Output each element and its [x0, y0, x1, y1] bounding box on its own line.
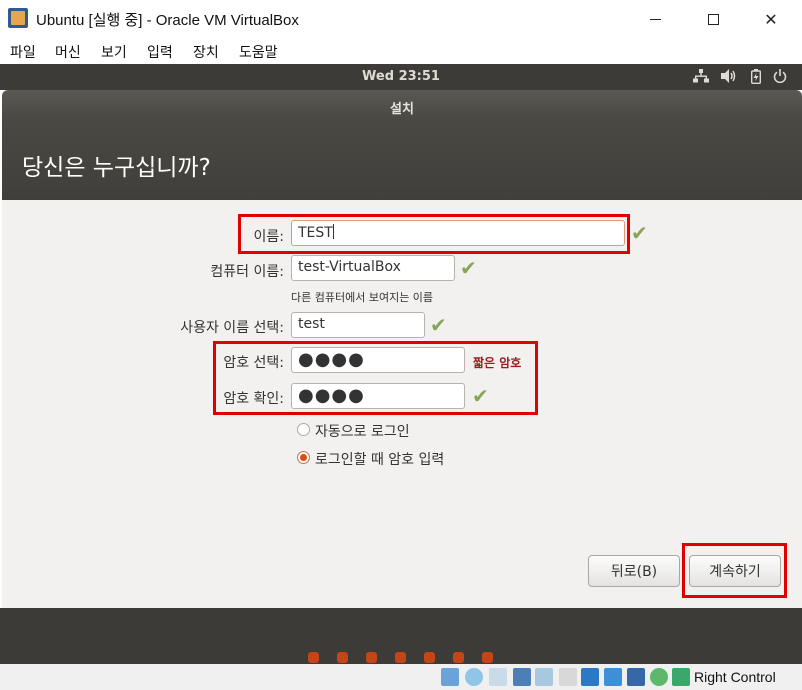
name-value: TEST [298, 225, 333, 241]
progress-dot [366, 652, 377, 663]
ubuntu-top-panel: Wed 23:51 [0, 64, 802, 90]
menu-help[interactable]: 도움말 [239, 42, 278, 62]
progress-dots [0, 652, 802, 664]
mouse-integration-icon[interactable] [650, 668, 668, 686]
password-strength-warning: 짧은 암호 [473, 356, 522, 370]
back-button[interactable]: 뒤로(B) [588, 555, 680, 587]
progress-dot [395, 652, 406, 663]
autologin-radio[interactable] [297, 423, 310, 436]
virtualbox-app-icon [8, 8, 28, 28]
close-icon: ✕ [764, 9, 778, 29]
power-icon[interactable] [773, 69, 787, 87]
computer-name-valid-check-icon: ✔ [460, 256, 477, 280]
volume-icon[interactable] [721, 69, 737, 87]
computer-name-value: test-VirtualBox [298, 259, 401, 275]
page-heading: 당신은 누구십니까? [22, 155, 211, 181]
window-title: Ubuntu [실행 중] - Oracle VM VirtualBox [36, 12, 299, 29]
username-value: test [298, 316, 325, 332]
name-label: 이름: [253, 229, 284, 245]
network-adapter-icon[interactable] [513, 668, 531, 686]
require-password-label[interactable]: 로그인할 때 암호 입력 [315, 449, 444, 469]
close-button[interactable]: ✕ [748, 0, 794, 38]
confirm-password-label: 암호 확인: [223, 391, 284, 407]
back-button-label: 뒤로(B) [610, 564, 658, 580]
progress-dot [308, 652, 319, 663]
minimize-icon [649, 18, 661, 20]
maximize-button[interactable] [690, 0, 736, 38]
video-capture-icon[interactable] [604, 668, 622, 686]
name-input[interactable]: TEST [291, 220, 625, 246]
computer-name-hint: 다른 컴퓨터에서 보여지는 이름 [291, 291, 434, 304]
name-valid-check-icon: ✔ [631, 221, 648, 245]
hard-disk-icon[interactable] [441, 668, 459, 686]
keyboard-capture-icon[interactable] [672, 668, 690, 686]
battery-icon[interactable] [750, 69, 762, 88]
menu-machine[interactable]: 머신 [55, 42, 81, 62]
progress-dot [424, 652, 435, 663]
host-key-label: Right Control [694, 669, 776, 685]
installer-header: 설치 당신은 누구십니까? [2, 90, 802, 200]
menu-devices[interactable]: 장치 [193, 42, 219, 62]
window-titlebar: Ubuntu [실행 중] - Oracle VM VirtualBox ✕ [0, 0, 802, 38]
vbox-statusbar: Right Control [0, 664, 802, 690]
progress-dot [453, 652, 464, 663]
text-cursor [332, 224, 334, 239]
password-input[interactable]: ●●●● [291, 347, 465, 373]
continue-button[interactable]: 계속하기 [689, 555, 781, 587]
vbox-menubar: 파일 머신 보기 입력 장치 도움말 [0, 38, 802, 64]
confirm-password-input[interactable]: ●●●● [291, 383, 465, 409]
installer-window-title: 설치 [390, 102, 414, 117]
clock[interactable]: Wed 23:51 [0, 69, 802, 84]
computer-name-label: 컴퓨터 이름: [210, 264, 284, 280]
confirm-password-value: ●●●● [298, 385, 365, 406]
virtualization-icon[interactable] [627, 668, 645, 686]
maximize-icon [707, 13, 719, 25]
shared-folders-icon[interactable] [559, 668, 577, 686]
require-password-radio[interactable] [297, 451, 310, 464]
usb-icon[interactable] [535, 668, 553, 686]
autologin-label[interactable]: 자동으로 로그인 [315, 421, 410, 441]
network-icon[interactable] [693, 69, 709, 87]
menu-file[interactable]: 파일 [10, 42, 36, 62]
username-valid-check-icon: ✔ [430, 313, 447, 337]
password-value: ●●●● [298, 349, 365, 370]
minimize-button[interactable] [632, 0, 678, 38]
audio-icon[interactable] [489, 668, 507, 686]
menu-input[interactable]: 입력 [147, 42, 173, 62]
installer-body: 이름: TEST ✔ 컴퓨터 이름: test-VirtualBox ✔ 다른 … [2, 200, 802, 608]
display-icon[interactable] [581, 668, 599, 686]
confirm-password-valid-check-icon: ✔ [472, 384, 489, 408]
computer-name-input[interactable]: test-VirtualBox [291, 255, 455, 281]
menu-view[interactable]: 보기 [101, 42, 127, 62]
optical-drive-icon[interactable] [465, 668, 483, 686]
continue-button-label: 계속하기 [709, 564, 761, 580]
password-label: 암호 선택: [223, 355, 284, 371]
username-label: 사용자 이름 선택: [180, 320, 284, 336]
progress-dot [337, 652, 348, 663]
username-input[interactable]: test [291, 312, 425, 338]
progress-dot [482, 652, 493, 663]
